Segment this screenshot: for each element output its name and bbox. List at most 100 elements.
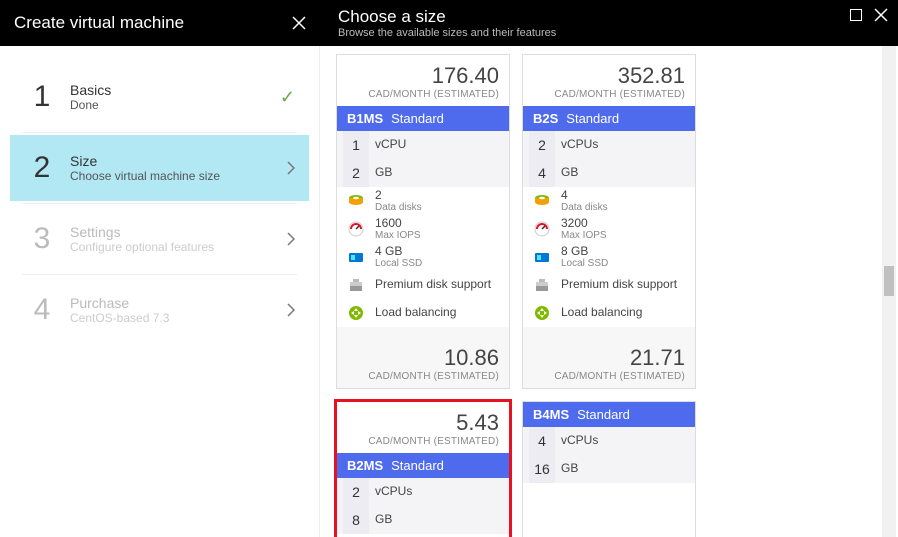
step-text: Purchase CentOS-based 7.3 (70, 295, 287, 325)
spec-vcpu: 4vCPUs (523, 427, 695, 455)
header-actions (850, 8, 888, 25)
sizes-panel: 176.40 CAD/MONTH (ESTIMATED)B1MSStandard… (320, 46, 898, 537)
price-value: 176.40 (347, 63, 499, 89)
sizes-grid: 176.40 CAD/MONTH (ESTIMATED)B1MSStandard… (336, 54, 878, 537)
vcpu-count: 4 (529, 427, 555, 455)
price-label: CAD/MONTH (ESTIMATED) (533, 371, 685, 382)
wizard-step-4: 4 Purchase CentOS-based 7.3 (10, 277, 309, 343)
spec-iops: 3200Max IOPS (523, 215, 695, 243)
step-title: Size (70, 153, 287, 169)
size-card-b2ms[interactable]: 5.43 CAD/MONTH (ESTIMATED) B2MS Standard 2v… (336, 401, 510, 537)
price-label: CAD/MONTH (ESTIMATED) (347, 89, 499, 100)
blade-title: Choose a size (338, 7, 884, 27)
tier-label: Standard (566, 111, 619, 126)
ram-label: GB (369, 166, 503, 179)
chevron-right-icon (287, 303, 295, 317)
ram-label: GB (555, 462, 689, 475)
size-card-b2s[interactable]: 352.81 CAD/MONTH (ESTIMATED) B2S Standard 2… (522, 54, 696, 389)
ram-gb: 8 (343, 506, 369, 534)
chevron-right-icon (287, 161, 295, 175)
wizard-title: Create virtual machine (14, 13, 184, 33)
tier-header: B4MS Standard (523, 402, 695, 427)
spec-disks: 4Data disks (523, 187, 695, 215)
gauge-icon (529, 220, 555, 238)
scroll-thumb[interactable] (884, 266, 894, 296)
spec-vcpu: 2vCPUs (337, 478, 509, 506)
close-icon[interactable] (292, 16, 306, 30)
size-card-b1ms[interactable]: 176.40 CAD/MONTH (ESTIMATED)B1MSStandard… (336, 54, 510, 389)
wizard-steps: 1 Basics Done ✓ 2 Size Choose virtual ma… (0, 46, 320, 537)
ram-label: GB (555, 166, 689, 179)
spec-vcpu: 2vCPUs (523, 131, 695, 159)
wizard-step-1[interactable]: 1 Basics Done ✓ (10, 64, 309, 130)
sku-name: B2MS (347, 458, 383, 473)
tier-header: B1MSStandard (337, 106, 509, 131)
step-text: Settings Configure optional features (70, 224, 287, 254)
disk-icon (529, 192, 555, 210)
step-text: Size Choose virtual machine size (70, 153, 287, 183)
load-balancing-icon (343, 304, 369, 322)
header-bar: Create virtual machine Choose a size Bro… (0, 0, 898, 46)
step-number: 1 (24, 80, 60, 114)
sizes-scroll[interactable]: 176.40 CAD/MONTH (ESTIMATED)B1MSStandard… (320, 46, 898, 537)
step-title: Basics (70, 82, 280, 98)
header-right: Choose a size Browse the available sizes… (320, 0, 898, 46)
sku-name: B4MS (533, 407, 569, 422)
spec-ram: 4GB (523, 159, 695, 187)
vcpu-label: vCPUs (555, 434, 689, 447)
top-price: 352.81 CAD/MONTH (ESTIMATED) (523, 55, 695, 106)
ssd-icon (529, 248, 555, 266)
bottom-price: 10.86 CAD/MONTH (ESTIMATED) (337, 327, 509, 388)
step-number: 2 (24, 151, 60, 185)
vcpu-label: vCPU (369, 138, 503, 151)
body: 1 Basics Done ✓ 2 Size Choose virtual ma… (0, 46, 898, 537)
bottom-price: 21.71 CAD/MONTH (ESTIMATED) (523, 327, 695, 388)
ram-gb: 2 (343, 159, 369, 187)
vcpu-count: 2 (529, 131, 555, 159)
spec-lb: Load balancing (337, 299, 509, 327)
premium-disk-icon (343, 276, 369, 294)
price-value: 21.71 (533, 345, 685, 371)
premium-disk-icon (529, 276, 555, 294)
spec-vcpu: 1vCPU (337, 131, 509, 159)
spec-lb: Load balancing (523, 299, 695, 327)
sku-name: B2S (533, 111, 558, 126)
ram-gb: 4 (529, 159, 555, 187)
step-number: 3 (24, 222, 60, 256)
wizard-step-3: 3 Settings Configure optional features (10, 206, 309, 272)
spec-ram: 16GB (523, 455, 695, 483)
chevron-right-icon (287, 232, 295, 246)
top-price: 176.40 CAD/MONTH (ESTIMATED) (337, 55, 509, 106)
tier-header: B2MS Standard (337, 453, 509, 478)
header-left: Create virtual machine (0, 0, 320, 46)
spec-ram: 8GB (337, 506, 509, 534)
close-blade-icon[interactable] (874, 8, 888, 25)
tier-label: Standard (391, 458, 444, 473)
vcpu-count: 2 (343, 478, 369, 506)
check-icon: ✓ (280, 87, 295, 108)
price-label: CAD/MONTH (ESTIMATED) (347, 436, 499, 447)
spec-ssd: 4 GBLocal SSD (337, 243, 509, 271)
spec-premium: Premium disk support (337, 271, 509, 299)
price-value: 5.43 (347, 410, 499, 436)
size-card-b4ms[interactable]: B4MSStandard4vCPUs16GB (522, 401, 696, 537)
ssd-icon (343, 248, 369, 266)
spec-ssd: 8 GBLocal SSD (523, 243, 695, 271)
scrollbar[interactable] (882, 46, 896, 537)
tier-label: Standard (577, 407, 630, 422)
wizard-step-2[interactable]: 2 Size Choose virtual machine size (10, 135, 309, 201)
vcpu-label: vCPUs (555, 138, 689, 151)
maximize-icon[interactable] (850, 8, 862, 25)
load-balancing-icon (529, 304, 555, 322)
tier-label: Standard (391, 111, 444, 126)
disk-icon (343, 192, 369, 210)
step-subtitle: Done (70, 98, 280, 112)
step-title: Settings (70, 224, 287, 240)
step-text: Basics Done (70, 82, 280, 112)
blade-subtitle: Browse the available sizes and their fea… (338, 27, 884, 39)
step-subtitle: Configure optional features (70, 240, 287, 254)
gauge-icon (343, 220, 369, 238)
top-price: 5.43 CAD/MONTH (ESTIMATED) (337, 402, 509, 453)
price-value: 10.86 (347, 345, 499, 371)
spec-ram: 2GB (337, 159, 509, 187)
